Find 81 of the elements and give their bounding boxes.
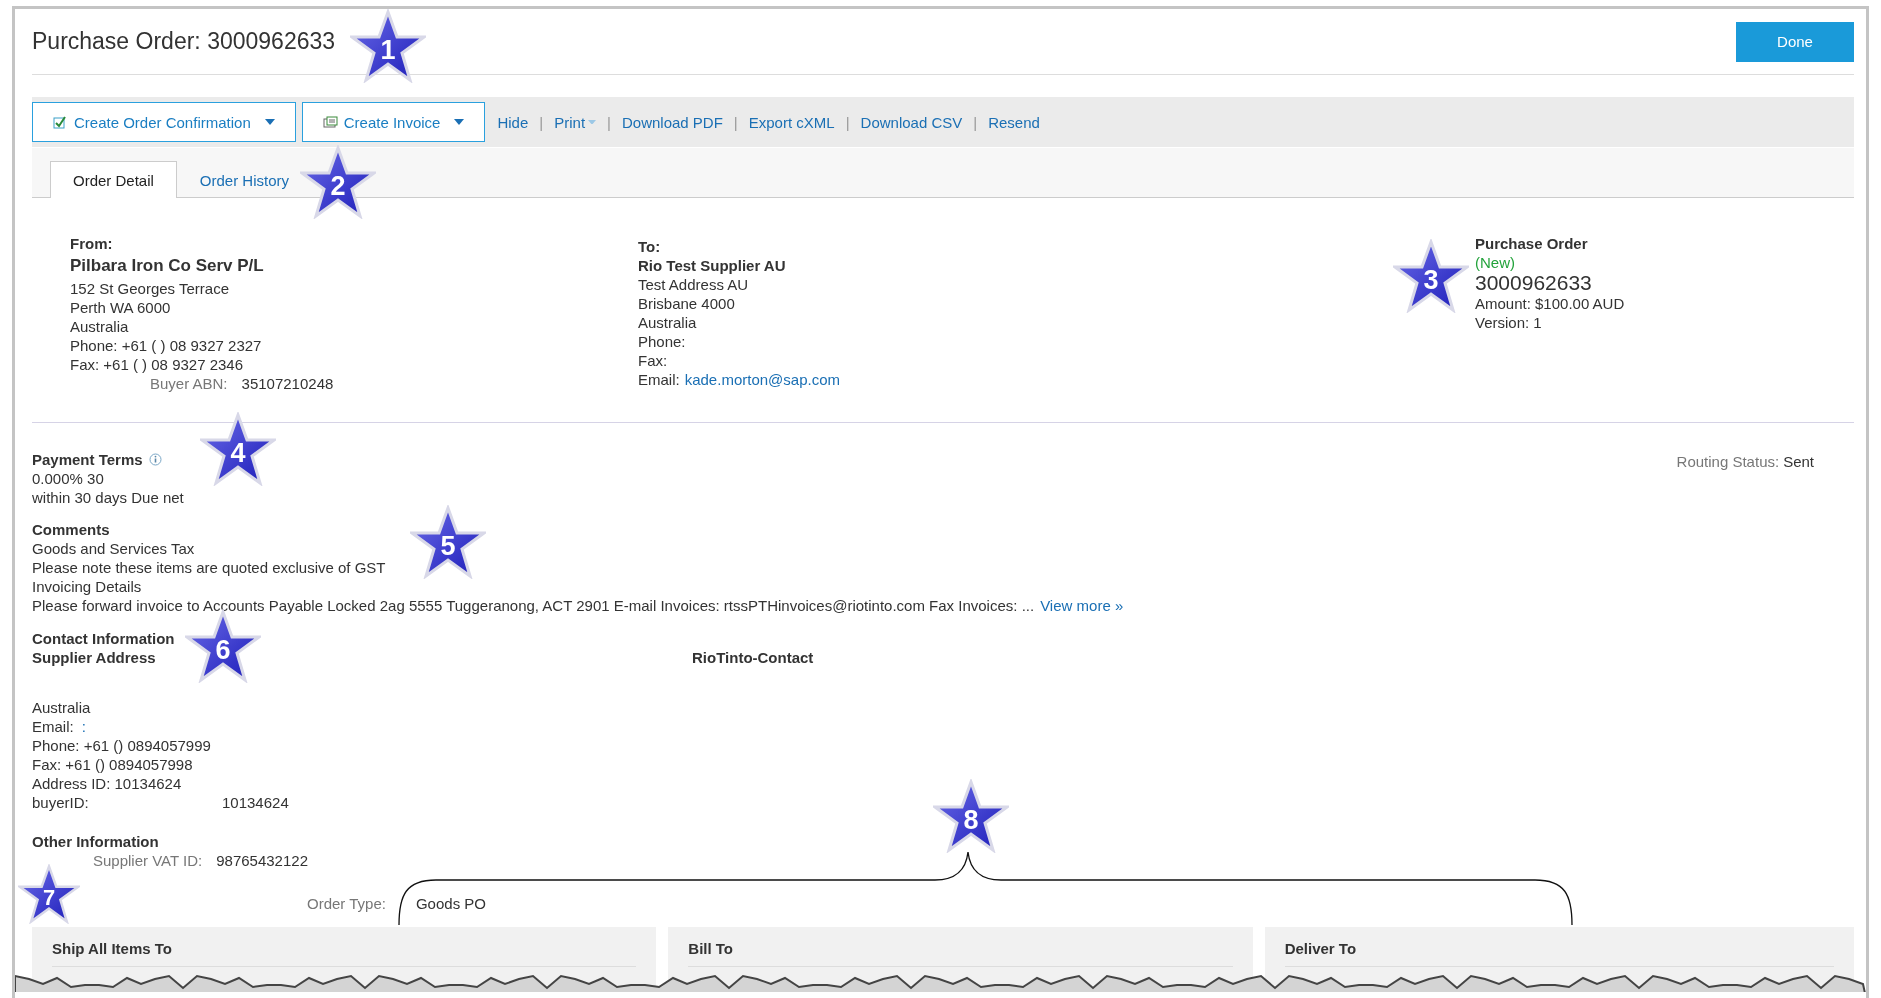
field-value: 10134624 (222, 793, 289, 812)
numbered-star: 4 (200, 412, 276, 486)
toolbar-link[interactable]: Hide (497, 112, 529, 132)
checkbox-icon (53, 115, 68, 129)
contact-line: Fax: +61 () 0894057998 (32, 755, 193, 774)
section-heading: Payment Terms (32, 450, 143, 469)
numbered-star: 5 (410, 505, 486, 579)
email-link[interactable]: kade.morton@sap.com (684, 370, 840, 389)
info-icon (148, 453, 162, 466)
tab[interactable]: Order Detail (50, 161, 177, 198)
comment-line: Please note these items are quoted exclusive of GST (32, 558, 386, 577)
address-line: Phone: +61 ( ) 08 9327 2327 (70, 336, 262, 355)
field-value: Goods PO (415, 894, 486, 913)
version-text: Version: 1 (1475, 313, 1542, 332)
numbered-star: 8 (933, 779, 1009, 853)
comment-line: Invoicing Details (32, 577, 142, 596)
field-label: Order Type: (307, 894, 386, 913)
field-label: Email: (638, 370, 680, 389)
numbered-star: 7 (18, 864, 80, 924)
address-line: Fax: +61 ( ) 08 9327 2346 (70, 355, 244, 374)
numbered-star: 3 (1393, 239, 1469, 313)
field-label: Email: (32, 717, 74, 736)
field-label: Routing Status: (1676, 452, 1780, 472)
section-heading: Contact Information (32, 629, 175, 648)
status-text: (New) (1475, 253, 1515, 272)
numbered-star: 1 (350, 9, 426, 83)
address-line: Test Address AU (638, 275, 749, 294)
card-title: Bill To (688, 939, 1233, 967)
caret-icon (588, 119, 597, 125)
section-heading: Comments (32, 520, 110, 539)
contact-line: Australia (32, 698, 91, 717)
separator: | (733, 112, 738, 132)
amount-text: Amount: $100.00 AUD (1475, 294, 1625, 313)
separator: | (973, 112, 978, 132)
field-value: Sent (1783, 452, 1814, 472)
contact-line: Address ID: 10134624 (32, 774, 182, 793)
terms-line: within 30 days Due net (32, 488, 184, 507)
email-link[interactable]: : (81, 717, 86, 736)
address-line: Fax: (638, 351, 668, 370)
contact-name: RioTinto-Contact (692, 648, 814, 667)
order-number: 3000962633 (1475, 272, 1592, 294)
address-line: Australia (70, 317, 129, 336)
company-name: Pilbara Iron Co Serv P/L (70, 255, 264, 277)
toolbar-link[interactable]: Export cXML (748, 112, 835, 132)
caret-icon (454, 119, 465, 125)
contact-line: Phone: +61 () 0894057999 (32, 736, 211, 755)
card-title: Deliver To (1284, 939, 1834, 967)
separator: | (845, 112, 850, 132)
dropdown-button[interactable]: Create Order Confirmation (32, 102, 296, 142)
field-value: 35107210248 (241, 374, 334, 393)
to-label: To: (638, 237, 661, 256)
done-button[interactable]: Done (1736, 21, 1854, 62)
address-line: Brisbane 4000 (638, 294, 735, 313)
page-title: Purchase Order: 3000962633 (32, 32, 336, 51)
caret-icon (264, 119, 275, 125)
comment-line: Goods and Services Tax (32, 539, 195, 558)
toolbar-link[interactable]: Print (554, 112, 597, 132)
toolbar-link[interactable]: Resend (988, 112, 1040, 132)
separator: | (607, 112, 611, 132)
field-label: Buyer ABN: (150, 374, 228, 393)
summary-heading: Purchase Order (1475, 234, 1588, 253)
field-value: 98765432122 (216, 851, 308, 870)
toolbar-link[interactable]: Download PDF (621, 112, 723, 132)
address-line: 152 St Georges Terrace (70, 279, 229, 298)
toolbar-link[interactable]: Download CSV (860, 112, 963, 132)
address-line: Australia (638, 313, 697, 332)
separator: | (539, 112, 544, 132)
dropdown-button[interactable]: Create Invoice (301, 102, 486, 142)
view-more-link[interactable]: View more » (1040, 596, 1124, 615)
section-subheading: Supplier Address (32, 648, 156, 667)
address-line: Phone: (638, 332, 686, 351)
card-title: Ship All Items To (52, 939, 637, 967)
from-label: From: (70, 234, 113, 253)
section-heading: Other Information (32, 832, 159, 851)
document-icon (322, 115, 338, 129)
field-label: buyerID: (32, 793, 90, 812)
numbered-star: 2 (300, 145, 376, 219)
terms-line: 0.000% 30 (32, 469, 104, 488)
field-label: Supplier VAT ID: (93, 851, 203, 870)
company-name: Rio Test Supplier AU (638, 256, 786, 275)
address-line: Perth WA 6000 (70, 298, 171, 317)
